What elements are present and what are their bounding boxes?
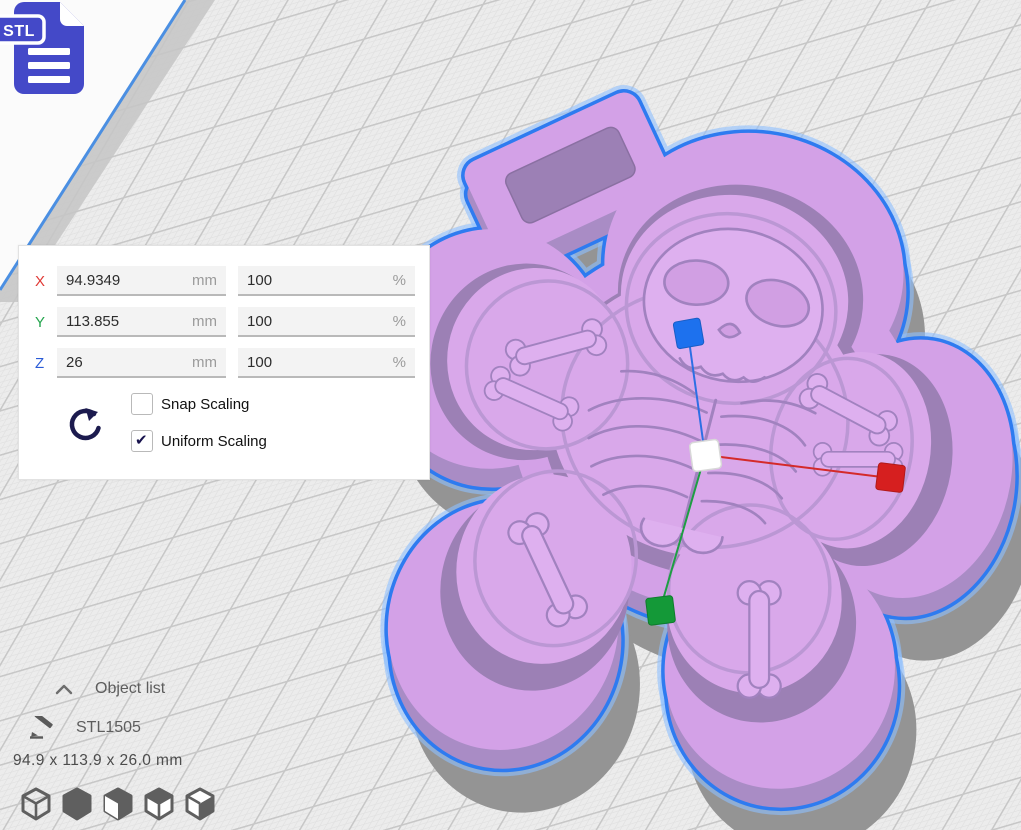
snap-scaling-checkbox[interactable]	[131, 393, 153, 415]
axis-y-label: Y	[35, 314, 57, 331]
object-dimensions: 94.9 x 113.9 x 26.0 mm	[13, 752, 183, 770]
scale-handle-center[interactable]	[689, 439, 722, 472]
rename-pencil-icon	[28, 716, 58, 740]
uniform-scaling-checkbox[interactable]	[131, 430, 153, 452]
scale-handle-x[interactable]	[876, 463, 906, 493]
stl-label: STL	[3, 23, 35, 40]
object-list-item[interactable]: STL1505	[28, 716, 141, 740]
uniform-scaling-label: Uniform Scaling	[161, 433, 267, 450]
uniform-scaling-row: Uniform Scaling	[131, 429, 267, 453]
view-solid-icon[interactable]	[61, 786, 93, 822]
scale-handle-z[interactable]	[673, 318, 704, 349]
document-fold	[60, 2, 84, 26]
view-top-icon[interactable]	[184, 786, 216, 822]
scale-x-mm-input[interactable]	[57, 266, 226, 296]
scale-tool-panel: X mm % Y mm % Z mm %	[18, 245, 430, 480]
scale-z-mm-input[interactable]	[57, 348, 226, 378]
object-list-title: Object list	[95, 680, 165, 698]
scale-handle-y[interactable]	[646, 595, 676, 625]
slicer-viewport: STL X mm % Y mm % Z mm %	[0, 0, 1021, 830]
view-orientation-toolbar	[20, 786, 216, 822]
view-3d-wireframe-icon[interactable]	[20, 786, 52, 822]
scale-row-y: Y mm %	[35, 307, 415, 337]
scale-y-mm-input[interactable]	[57, 307, 226, 337]
object-name: STL1505	[76, 719, 141, 737]
reset-scale-button[interactable]	[65, 404, 107, 446]
scale-x-percent-input[interactable]	[238, 266, 415, 296]
chevron-up-icon	[55, 683, 73, 695]
snap-scaling-row: Snap Scaling	[131, 392, 249, 416]
object-list-toggle[interactable]: Object list	[55, 680, 165, 698]
axis-z-label: Z	[35, 355, 57, 372]
skull-eye-left	[664, 259, 729, 305]
scale-row-z: Z mm %	[35, 348, 415, 378]
reset-icon	[65, 404, 107, 446]
scale-z-percent-input[interactable]	[238, 348, 415, 378]
scale-y-percent-input[interactable]	[238, 307, 415, 337]
stl-file-badge: STL	[0, 0, 96, 104]
scale-row-x: X mm %	[35, 266, 415, 296]
snap-scaling-label: Snap Scaling	[161, 396, 249, 413]
view-front-icon[interactable]	[102, 786, 134, 822]
view-left-icon[interactable]	[143, 786, 175, 822]
axis-x-label: X	[35, 273, 57, 290]
